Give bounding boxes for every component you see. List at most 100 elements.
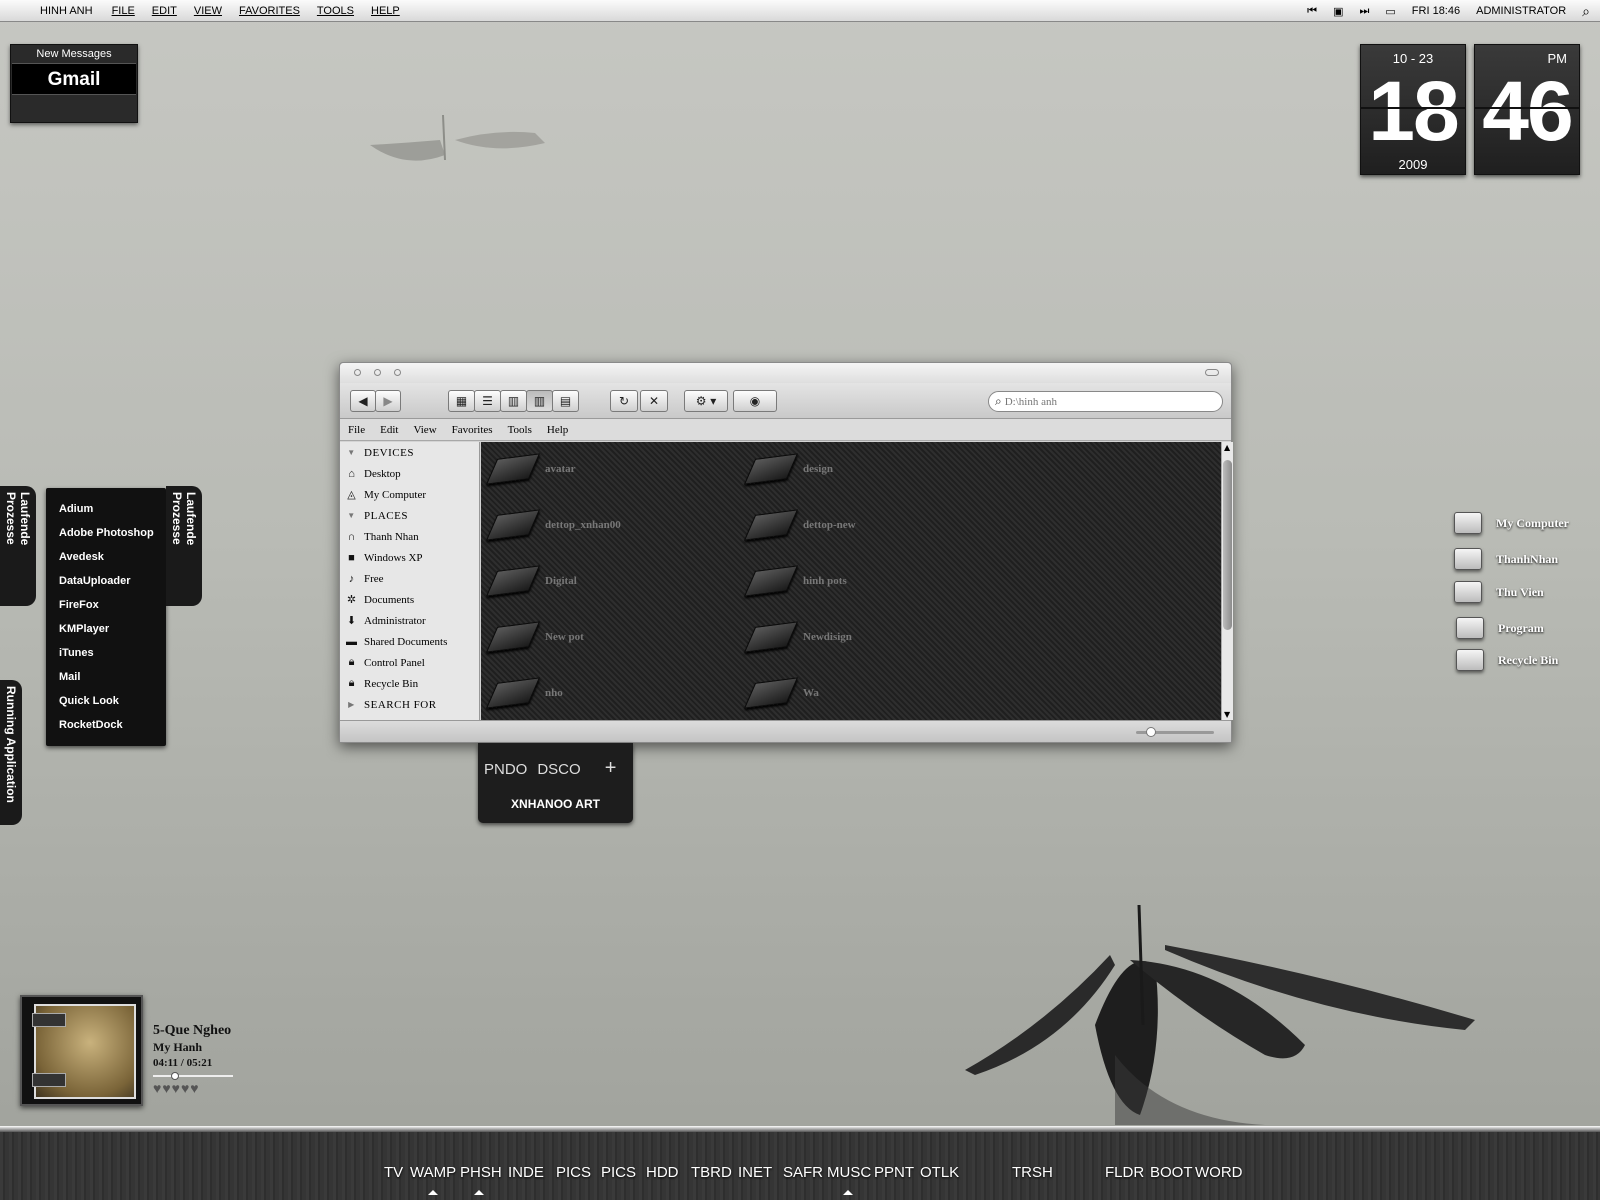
dsco-item[interactable]: DSCO — [537, 761, 580, 780]
minimize-button[interactable] — [374, 369, 381, 376]
forward-button[interactable]: ▶ — [375, 390, 401, 412]
column-view-active-button[interactable]: ▥ — [526, 390, 553, 412]
slider-knob[interactable] — [1146, 727, 1156, 737]
app-item[interactable]: RocketDock — [46, 714, 166, 738]
close-button[interactable] — [354, 369, 361, 376]
sidebar-item-thanh-nhan[interactable]: ∩ Thanh Nhan — [340, 526, 479, 547]
back-button[interactable]: ◀ — [350, 390, 376, 412]
scroll-up-arrow[interactable]: ▲ — [1224, 443, 1230, 452]
window-titlebar[interactable] — [340, 363, 1231, 383]
processes-tab-right[interactable]: Laufende Prozesse — [166, 486, 202, 606]
window-menu-help[interactable]: Help — [547, 424, 568, 436]
dock-item-pics-2[interactable]: PICS — [601, 1164, 636, 1181]
coverflow-button[interactable]: ▤ — [552, 390, 579, 412]
heart-icon[interactable]: ♥ — [162, 1082, 171, 1097]
refresh-button[interactable]: ↻ — [610, 390, 638, 412]
sidebar-item-windows-xp[interactable]: ■ Windows XP — [340, 547, 479, 568]
media-icon[interactable]: ▣ — [1333, 5, 1343, 18]
app-item[interactable]: DataUploader — [46, 570, 166, 594]
dock-item-pics[interactable]: PICS — [556, 1164, 591, 1181]
icon-view-button[interactable]: ▦ — [448, 390, 475, 412]
sidebar-item-documents[interactable]: ✲ Documents — [340, 589, 479, 610]
dock-item-word[interactable]: WORD — [1195, 1164, 1243, 1181]
dock-item-inet[interactable]: INET — [738, 1164, 772, 1181]
sidebar-item-administrator[interactable]: ⬇ Administrator — [340, 610, 479, 631]
folder-item[interactable]: hinh pots — [743, 565, 847, 597]
quick-look-button[interactable]: ◉ — [733, 390, 777, 412]
menu-edit[interactable]: EDIT — [152, 5, 177, 17]
folder-item[interactable]: New pot — [485, 621, 584, 653]
vertical-scrollbar[interactable]: ▲ ▼ — [1221, 442, 1233, 720]
app-item[interactable]: Adium — [46, 498, 166, 522]
sidebar-item-control-panel[interactable]: 🔒︎ Control Panel — [340, 652, 479, 673]
scroll-down-arrow[interactable]: ▼ — [1224, 710, 1230, 719]
sidebar-header-places[interactable]: ▼ PLACES — [340, 505, 479, 526]
action-menu-button[interactable]: ⚙ ▾ — [684, 390, 728, 412]
dock-item-boot[interactable]: BOOT — [1150, 1164, 1193, 1181]
previous-track-icon[interactable]: ⏮ — [1307, 5, 1317, 18]
menubar-clock[interactable]: FRI 18:46 — [1412, 5, 1460, 17]
list-view-button[interactable]: ☰ — [474, 390, 501, 412]
desktop-icon-program[interactable]: Program — [1456, 617, 1544, 639]
menu-help[interactable]: HELP — [371, 5, 400, 17]
desktop-icon-thanhnhan[interactable]: ThanhNhan — [1454, 548, 1558, 570]
sidebar-item-my-computer[interactable]: ◬ My Computer — [340, 484, 479, 505]
sidebar-header-search-for[interactable]: ▶ SEARCH FOR — [340, 694, 479, 715]
dock-item-otlk[interactable]: OTLK — [920, 1164, 959, 1181]
menu-view[interactable]: VIEW — [194, 5, 222, 17]
processes-tab-left[interactable]: Laufende Prozesse — [0, 486, 36, 606]
album-art[interactable] — [20, 995, 143, 1106]
folder-item[interactable]: Wa — [743, 677, 819, 709]
dock-item-safr[interactable]: SAFR — [783, 1164, 823, 1181]
desktop-icon-my-computer[interactable]: My Computer — [1454, 512, 1569, 534]
menubar-user[interactable]: ADMINISTRATOR — [1476, 5, 1566, 17]
icon-size-slider[interactable] — [1136, 727, 1214, 737]
sidebar-header-devices[interactable]: ▼ DEVICES — [340, 442, 479, 463]
next-track-icon[interactable]: ⏭ — [1359, 5, 1369, 18]
dock-item-ppnt[interactable]: PPNT — [874, 1164, 914, 1181]
dock-item-wamp[interactable]: WAMP — [410, 1164, 456, 1181]
app-item[interactable]: Mail — [46, 666, 166, 690]
gmail-widget[interactable]: New Messages Gmail — [10, 44, 138, 123]
menu-file[interactable]: FILE — [112, 5, 135, 17]
desktop-icon-thu-vien[interactable]: Thu Vien — [1454, 581, 1544, 603]
running-application-tab[interactable]: Running Application — [0, 680, 22, 825]
dock-item-hdd[interactable]: HDD — [646, 1164, 679, 1181]
app-item[interactable]: Quick Look — [46, 690, 166, 714]
search-field[interactable]: ⌕ D:\hinh anh — [988, 391, 1223, 412]
folder-item[interactable]: dettop_xnhan00 — [485, 509, 621, 541]
window-menu-edit[interactable]: Edit — [380, 424, 398, 436]
window-menu-favorites[interactable]: Favorites — [452, 424, 493, 436]
sidebar-item-recycle-bin[interactable]: 🔒︎ Recycle Bin — [340, 673, 479, 694]
stop-button[interactable]: ✕ — [640, 390, 668, 412]
folder-item[interactable]: nho — [485, 677, 563, 709]
folder-item[interactable]: Digital — [485, 565, 577, 597]
rating-hearts[interactable]: ♥♥♥♥♥ — [153, 1082, 233, 1098]
app-item[interactable]: Adobe Photoshop — [46, 522, 166, 546]
track-progress[interactable] — [153, 1072, 233, 1080]
search-icon[interactable]: ⌕ — [1582, 3, 1590, 20]
scroll-thumb[interactable] — [1223, 460, 1232, 630]
heart-icon[interactable]: ♥ — [190, 1082, 199, 1097]
window-menu-view[interactable]: View — [413, 424, 436, 436]
app-item[interactable]: FireFox — [46, 594, 166, 618]
sidebar-item-shared-documents[interactable]: ▬ Shared Documents — [340, 631, 479, 652]
window-menu-tools[interactable]: Tools — [508, 424, 532, 436]
app-item[interactable]: iTunes — [46, 642, 166, 666]
dock-item-inde[interactable]: INDE — [508, 1164, 544, 1181]
folder-item[interactable]: design — [743, 453, 833, 485]
folder-item[interactable]: avatar — [485, 453, 576, 485]
display-icon[interactable]: ▭ — [1385, 5, 1395, 18]
toolbar-toggle-button[interactable] — [1205, 369, 1219, 376]
app-item[interactable]: KMPlayer — [46, 618, 166, 642]
heart-icon[interactable]: ♥ — [181, 1082, 190, 1097]
add-icon[interactable]: + — [605, 757, 617, 780]
folder-item[interactable]: Newdisign — [743, 621, 852, 653]
folder-item[interactable]: dettop-new — [743, 509, 856, 541]
sidebar-item-desktop[interactable]: ⌂ Desktop — [340, 463, 479, 484]
heart-icon[interactable]: ♥ — [153, 1082, 162, 1097]
column-view-button[interactable]: ▥ — [500, 390, 527, 412]
zoom-button[interactable] — [394, 369, 401, 376]
heart-icon[interactable]: ♥ — [172, 1082, 181, 1097]
dock-item-tv[interactable]: TV — [384, 1164, 403, 1181]
